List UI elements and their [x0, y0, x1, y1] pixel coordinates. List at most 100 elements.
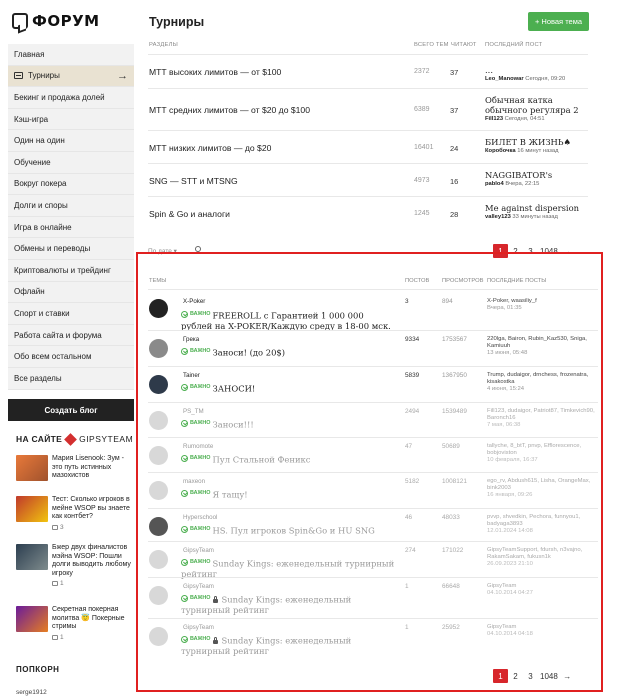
- pager-page[interactable]: 1: [493, 669, 508, 683]
- last-post-user[interactable]: valley123: [485, 214, 511, 220]
- topic-last-posts[interactable]: GipsyTeam 04.10.2014 04:18: [487, 624, 597, 638]
- topic-title[interactable]: Sunday Kings: еженедельный турнирный рей…: [181, 559, 394, 579]
- avatar[interactable]: [149, 446, 168, 465]
- last-posters[interactable]: GipsyTeamSupport, fdursh, n3vajno, Rakam…: [487, 547, 597, 561]
- last-posters[interactable]: 220lga, Bairon, Rubin_Kaz530, Sniga, Kam…: [487, 336, 597, 350]
- last-post-title[interactable]: ...: [485, 65, 595, 75]
- topic-last-posts[interactable]: tallyche, 8_btT, pnvp, Efflorescence, bo…: [487, 443, 597, 465]
- pager-page[interactable]: 3: [523, 669, 538, 683]
- topic-row[interactable]: GipsyTeam ВАЖНО Sunday Kings: еженедельный…: [148, 577, 598, 618]
- topic-title[interactable]: HS. Пул игроков Spin&Go и HU SNG: [212, 526, 374, 536]
- topic-last-posts[interactable]: Trump, dudaigor, drnchess, frozenatra, k…: [487, 372, 597, 394]
- topic-row[interactable]: Hyperschool ВАЖНО HS. Пул игроков Spin&Go …: [148, 508, 598, 541]
- sidebar-item[interactable]: Долги и споры: [8, 195, 134, 217]
- last-posters[interactable]: X-Poker, waasiliy_f: [487, 298, 597, 305]
- section-last-post[interactable]: NAGGIBATOR's pablo4 Вчера, 22:15: [485, 170, 595, 187]
- news-item[interactable]: Бжер двух финалистов мэйна WSOP: Пошли д…: [16, 544, 134, 587]
- forum-logo[interactable]: ФОРУМ: [12, 11, 100, 31]
- avatar[interactable]: [149, 299, 168, 318]
- section-last-post[interactable]: Обычная катка обычного регуляра 2 Fill123…: [485, 95, 595, 122]
- last-post-user[interactable]: Fill123: [485, 116, 503, 122]
- section-row[interactable]: Spin & Go и аналоги 1245 28 Me against disp…: [148, 196, 588, 230]
- news-item[interactable]: Мария Lisenook: Зум - это путь истинных …: [16, 455, 134, 481]
- topic-last-posts[interactable]: pvvp, shvedkin, Pechora, funnyou1, badya…: [487, 514, 597, 536]
- last-post-user[interactable]: pablo4: [485, 181, 504, 187]
- topic-author[interactable]: Rumomote: [183, 443, 213, 450]
- section-name[interactable]: Spin & Go и аналоги: [149, 209, 230, 219]
- last-post-title[interactable]: БИЛЕТ В ЖИЗНЬ♠: [485, 137, 595, 147]
- sidebar-item[interactable]: Спорт и ставки: [8, 303, 134, 325]
- avatar[interactable]: [149, 550, 168, 569]
- section-name[interactable]: МТТ высоких лимитов — от $100: [149, 67, 281, 77]
- topic-row[interactable]: maxeon ВАЖНО Я тащу! 5182 1008121 ego_rv, Abd…: [148, 472, 598, 508]
- popcorn-user[interactable]: serge1912: [16, 689, 47, 696]
- last-posters[interactable]: tallyche, 8_btT, pnvp, Efflorescence, bo…: [487, 443, 597, 457]
- sidebar-item[interactable]: Кэш-игра: [8, 109, 134, 131]
- topic-author[interactable]: Tainer: [183, 372, 200, 379]
- pager-page[interactable]: 1048: [538, 669, 560, 683]
- news-item[interactable]: Секретная покерная молитва 😇 Покерные ст…: [16, 606, 134, 641]
- sidebar-item[interactable]: Обмены и переводы: [8, 238, 134, 260]
- sidebar-item[interactable]: Обо всем остальном: [8, 346, 134, 368]
- topic-author[interactable]: GipsyTeam: [183, 624, 214, 631]
- last-posters[interactable]: pvvp, shvedkin, Pechora, funnyou1, badya…: [487, 514, 597, 528]
- sidebar-item[interactable]: Обучение: [8, 152, 134, 174]
- last-posters[interactable]: GipsyTeam: [487, 583, 597, 590]
- sidebar-item[interactable]: Главная: [8, 44, 134, 66]
- last-post-user[interactable]: Leo_Manowar: [485, 76, 524, 82]
- avatar[interactable]: [149, 339, 168, 358]
- topic-last-posts[interactable]: GipsyTeamSupport, fdursh, n3vajno, Rakam…: [487, 547, 597, 569]
- avatar[interactable]: [149, 586, 168, 605]
- sidebar-item[interactable]: Турниры →: [8, 65, 134, 88]
- section-row[interactable]: МТТ средних лимитов — от $20 до $100 6389…: [148, 88, 588, 130]
- section-row[interactable]: МТТ низких лимитов — до $20 16401 24 БИЛЕТ …: [148, 130, 588, 163]
- topic-row[interactable]: Tainer ВАЖНО ЗАНОСИ! 5839 1367950 Trump, duda…: [148, 366, 598, 402]
- avatar[interactable]: [149, 517, 168, 536]
- last-post-user[interactable]: Коробочка: [485, 148, 516, 154]
- new-topic-button[interactable]: + Новая тема: [528, 12, 589, 31]
- last-posters[interactable]: ego_rv, Abdush615, Lisha, OrangeMax, bin…: [487, 478, 597, 492]
- news-title[interactable]: Тест: Сколько игроков в мейне WSOP вы зн…: [52, 496, 134, 522]
- topic-last-posts[interactable]: GipsyTeam 04.10.2014 04:27: [487, 583, 597, 597]
- section-last-post[interactable]: Me against dispersion valley123 33 минуты…: [485, 203, 595, 220]
- news-title[interactable]: Мария Lisenook: Зум - это путь истинных …: [52, 455, 134, 481]
- topic-last-posts[interactable]: ego_rv, Abdush615, Lisha, OrangeMax, bin…: [487, 478, 597, 500]
- topic-author[interactable]: X-Poker: [183, 298, 205, 305]
- avatar[interactable]: [149, 375, 168, 394]
- avatar[interactable]: [149, 411, 168, 430]
- section-row[interactable]: МТТ высоких лимитов — от $100 2372 37... Le…: [148, 54, 588, 88]
- topic-author[interactable]: maxeon: [183, 478, 205, 485]
- topic-title[interactable]: Заноси!!!: [212, 420, 253, 430]
- topic-title[interactable]: Я тащу!: [212, 490, 247, 500]
- sidebar-item[interactable]: Работа сайта и форума: [8, 325, 134, 347]
- avatar[interactable]: [149, 481, 168, 500]
- topic-last-posts[interactable]: Fill123, dudaigor, Patriot87, Timkevich9…: [487, 408, 597, 430]
- topic-author[interactable]: PS_TM: [183, 408, 204, 415]
- news-title[interactable]: Секретная покерная молитва 😇 Покерные ст…: [52, 606, 134, 632]
- topic-title[interactable]: ЗАНОСИ!: [212, 384, 255, 394]
- topic-author[interactable]: GipsyTeam: [183, 583, 214, 590]
- topic-title[interactable]: FREEROLL с Гарантией 1 000 000 рублей на…: [181, 311, 391, 331]
- section-name[interactable]: МТТ низких лимитов — до $20: [149, 143, 271, 153]
- sidebar-item[interactable]: Бекинг и продажа долей: [8, 87, 134, 109]
- create-blog-button[interactable]: Создать блог: [8, 399, 134, 421]
- pager-page[interactable]: 2: [508, 669, 523, 683]
- topic-row[interactable]: Грека ВАЖНО Заноси! (до 20$) 9334 1753567 220…: [148, 330, 598, 366]
- sidebar-item[interactable]: Все разделы: [8, 368, 134, 390]
- topic-row[interactable]: PS_TM ВАЖНО Заноси!!! 2494 1539489 Fill123, d…: [148, 402, 598, 437]
- topic-row[interactable]: GipsyTeam ВАЖНО Sunday Kings: еженедельный…: [148, 541, 598, 579]
- last-posters[interactable]: Fill123, dudaigor, Patriot87, Timkevich9…: [487, 408, 597, 422]
- sidebar-item[interactable]: Криптовалюты и трейдинг: [8, 260, 134, 282]
- topic-last-posts[interactable]: 220lga, Bairon, Rubin_Kaz530, Sniga, Kam…: [487, 336, 597, 358]
- section-last-post[interactable]: ... Leo_Manowar Сегодня, 09:20: [485, 65, 595, 82]
- sidebar-item[interactable]: Игра в онлайне: [8, 217, 134, 239]
- last-post-title[interactable]: Me against dispersion: [485, 203, 595, 213]
- topic-row[interactable]: Rumomote ВАЖНО Пул Стальной Феникс 47 50689 t…: [148, 437, 598, 472]
- last-posters[interactable]: Trump, dudaigor, drnchess, frozenatra, k…: [487, 372, 597, 386]
- pager-next-icon[interactable]: →: [560, 669, 575, 683]
- topic-last-posts[interactable]: X-Poker, waasiliy_f Вчера, 01:35: [487, 298, 597, 312]
- section-name[interactable]: SNG — STT и MTSNG: [149, 176, 238, 186]
- sidebar-item[interactable]: Один на один: [8, 130, 134, 152]
- sidebar-item[interactable]: Офлайн: [8, 282, 134, 304]
- last-post-title[interactable]: Обычная катка обычного регуляра 2: [485, 95, 595, 115]
